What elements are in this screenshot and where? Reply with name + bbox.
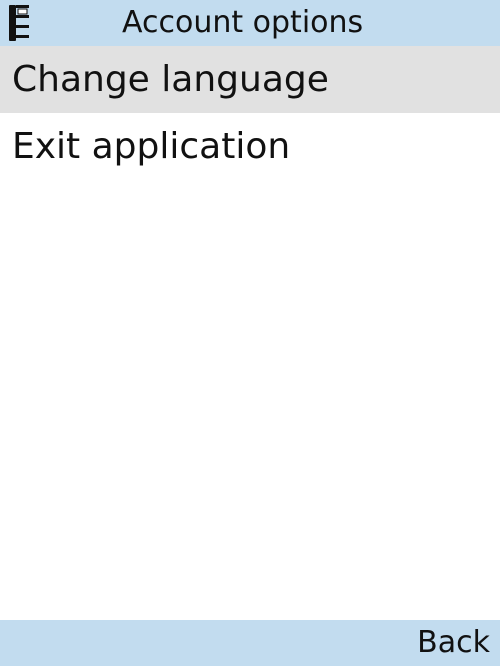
page-title: Account options [122,5,364,40]
back-softkey[interactable]: Back [417,620,490,666]
menu-item-exit-application[interactable]: Exit application [0,113,500,180]
softkey-bar: Back [0,620,500,666]
app-shortcut-icon [9,5,29,41]
title-bar: Account options [0,0,500,46]
menu-item-change-language[interactable]: Change language [0,46,500,113]
options-menu: Change language Exit application [0,46,500,180]
